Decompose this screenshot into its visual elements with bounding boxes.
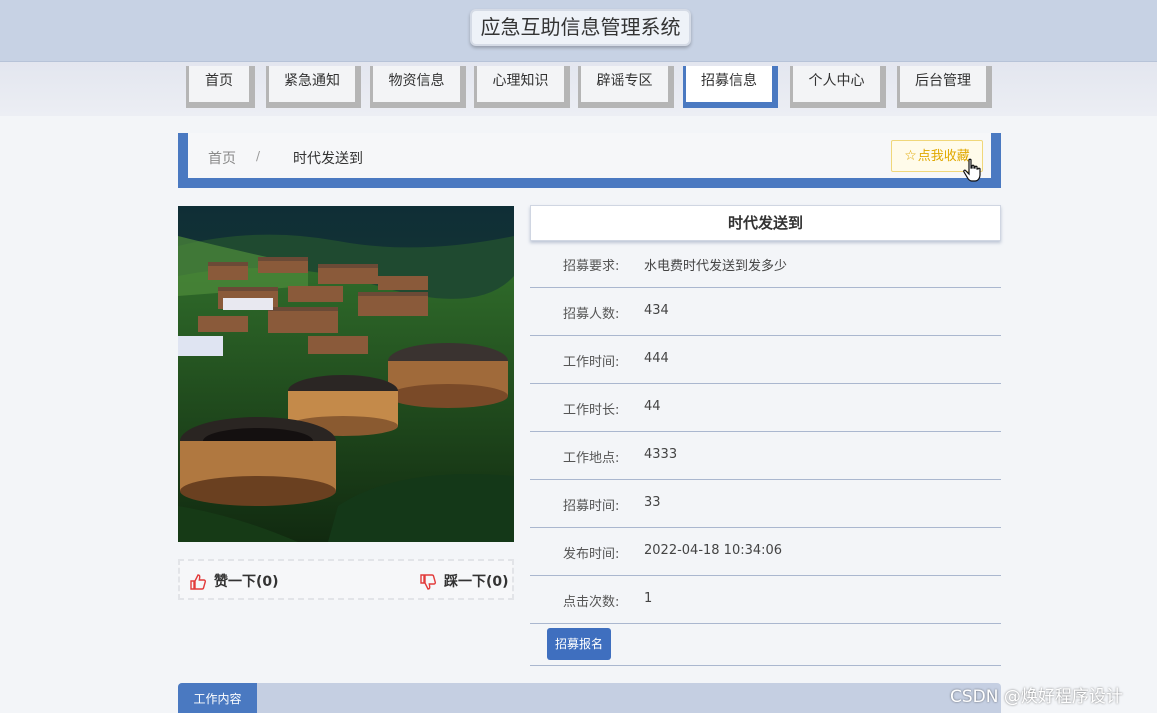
field-value: 434 — [644, 303, 669, 318]
field-label: 工作地点: — [563, 451, 620, 466]
field-value: 444 — [644, 351, 669, 366]
content-tabs: 工作内容 — [178, 683, 1001, 713]
favorite-button[interactable]: ☆点我收藏 — [891, 140, 983, 172]
field-label: 招募时间: — [563, 499, 620, 514]
detail-title: 时代发送到 — [530, 205, 1001, 241]
nav-item-psychology[interactable]: 心理知识 — [474, 66, 570, 108]
like-label: 赞一下(0) — [214, 574, 279, 590]
star-icon: ☆ — [904, 148, 917, 164]
field-label: 招募要求: — [563, 259, 620, 274]
thumbs-down-icon — [420, 574, 436, 590]
recruitment-image — [178, 206, 514, 542]
detail-row-headcount: 招募人数: 434 — [530, 288, 1001, 336]
field-label: 发布时间: — [563, 547, 620, 562]
favorite-label: 点我收藏 — [917, 149, 970, 164]
field-value: 2022-04-18 10:34:06 — [644, 543, 783, 558]
main-nav: 首页 紧急通知 物资信息 心理知识 辟谣专区 招募信息 个人中心 后台管理 — [0, 62, 1157, 116]
dislike-label: 踩一下(0) — [444, 574, 509, 590]
breadcrumb-home-link[interactable]: 首页 — [208, 148, 236, 168]
site-title: 应急互助信息管理系统 — [470, 9, 691, 46]
nav-item-home[interactable]: 首页 — [186, 66, 255, 108]
detail-row-work-time: 工作时间: 444 — [530, 336, 1001, 384]
detail-row-click-count: 点击次数: 1 — [530, 576, 1001, 624]
field-label: 工作时间: — [563, 355, 620, 370]
field-value: 1 — [644, 591, 653, 606]
field-value: 44 — [644, 399, 661, 414]
tulou-landscape-image — [178, 206, 514, 542]
nav-item-supplies[interactable]: 物资信息 — [370, 66, 466, 108]
like-button[interactable]: 赞一下(0) — [190, 571, 279, 591]
nav-item-notices[interactable]: 紧急通知 — [266, 66, 361, 108]
detail-row-requirement: 招募要求: 水电费时代发送到发多少 — [530, 240, 1001, 288]
recruit-signup-button[interactable]: 招募报名 — [547, 628, 611, 660]
tab-work-content[interactable]: 工作内容 — [178, 683, 257, 713]
header: 应急互助信息管理系统 — [0, 0, 1157, 62]
detail-row-publish-time: 发布时间: 2022-04-18 10:34:06 — [530, 528, 1001, 576]
field-value: 水电费时代发送到发多少 — [644, 259, 788, 274]
watermark: CSDN @焕好程序设计 — [950, 687, 1123, 707]
field-label: 点击次数: — [563, 595, 620, 610]
field-value: 33 — [644, 495, 661, 510]
nav-item-profile[interactable]: 个人中心 — [790, 66, 886, 108]
detail-row-location: 工作地点: 4333 — [530, 432, 1001, 480]
divider — [530, 665, 1001, 666]
field-label: 招募人数: — [563, 307, 620, 322]
field-label: 工作时长: — [563, 403, 620, 418]
detail-row-work-duration: 工作时长: 44 — [530, 384, 1001, 432]
detail-row-recruit-time: 招募时间: 33 — [530, 480, 1001, 528]
vote-panel: 赞一下(0) 踩一下(0) — [178, 559, 514, 600]
field-value: 4333 — [644, 447, 678, 462]
nav-item-admin[interactable]: 后台管理 — [897, 66, 992, 108]
breadcrumb: 首页 / 时代发送到 ☆点我收藏 — [178, 133, 1001, 188]
nav-item-recruitment[interactable]: 招募信息 — [683, 66, 778, 108]
thumbs-up-icon — [190, 574, 206, 590]
nav-item-rumors[interactable]: 辟谣专区 — [578, 66, 674, 108]
breadcrumb-separator: / — [256, 149, 261, 163]
dislike-button[interactable]: 踩一下(0) — [420, 571, 509, 591]
breadcrumb-current: 时代发送到 — [293, 151, 363, 167]
